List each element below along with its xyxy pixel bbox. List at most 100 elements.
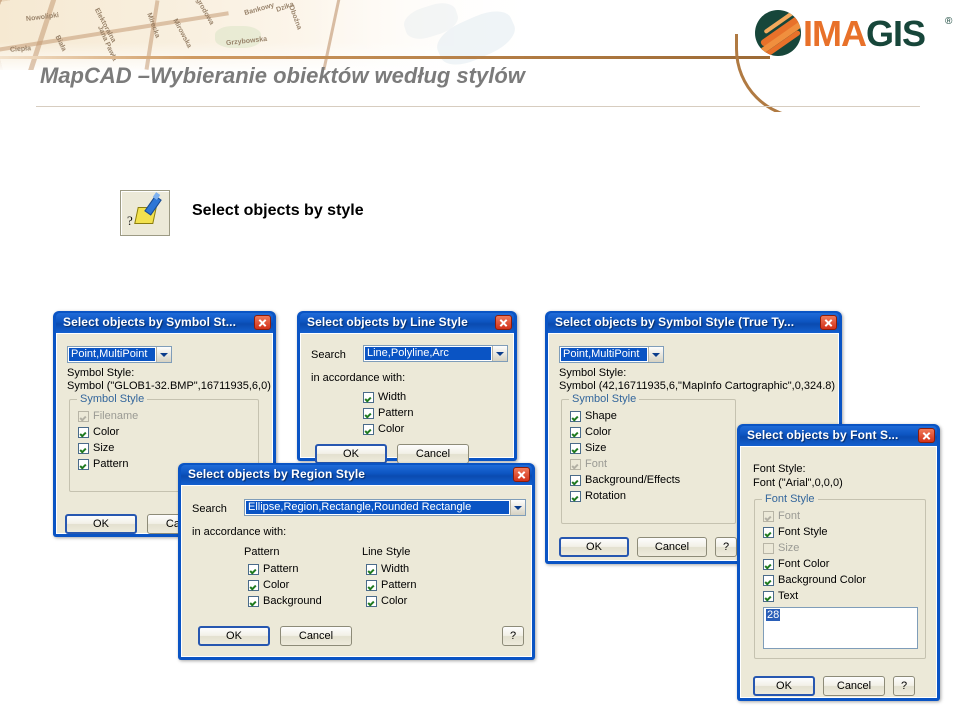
cancel-button[interactable]: Cancel bbox=[397, 444, 469, 464]
titlebar[interactable]: Select objects by Region Style bbox=[181, 465, 532, 485]
tool-label: Select objects by style bbox=[192, 202, 364, 219]
checkbox-pattern-background[interactable]: Background bbox=[248, 595, 322, 607]
checkbox-size[interactable]: Size bbox=[78, 442, 114, 454]
symbol-style-value: Symbol (42,16711935,6,"MapInfo Cartograp… bbox=[559, 380, 836, 392]
checkbox-label: Width bbox=[378, 391, 407, 403]
checkbox-label: Pattern bbox=[381, 579, 417, 591]
cancel-button[interactable]: Cancel bbox=[280, 626, 352, 646]
close-icon[interactable] bbox=[918, 428, 935, 443]
checkbox-color[interactable]: Color bbox=[570, 426, 611, 438]
slide-header: Nowolipki Elektoralna Mirecka Ogrodowa B… bbox=[0, 0, 960, 112]
checkbox-label: Color bbox=[378, 423, 405, 435]
checkbox-box bbox=[248, 579, 259, 591]
help-button[interactable]: ? bbox=[715, 537, 737, 557]
button-label: OK bbox=[93, 518, 109, 530]
cancel-button[interactable]: Cancel bbox=[823, 676, 885, 696]
checkbox-label: Width bbox=[381, 563, 410, 575]
checkbox-label: Font Style bbox=[778, 526, 828, 538]
close-icon[interactable] bbox=[513, 467, 530, 482]
question-mark-glyph: ? bbox=[127, 213, 133, 228]
question-brush-icon[interactable]: ? bbox=[120, 190, 170, 236]
titlebar[interactable]: Select objects by Line Style bbox=[300, 313, 514, 333]
close-icon[interactable] bbox=[495, 315, 512, 330]
ok-button[interactable]: OK bbox=[198, 626, 270, 646]
button-label: Cancel bbox=[415, 448, 451, 460]
search-type-combo[interactable]: Ellipse,Region,Rectangle,Rounded Rectang… bbox=[244, 499, 526, 516]
checkbox-font[interactable]: Font bbox=[763, 510, 800, 522]
checkbox-pattern-color[interactable]: Color bbox=[248, 579, 289, 591]
help-button[interactable]: ? bbox=[893, 676, 915, 696]
chevron-down-icon[interactable] bbox=[492, 346, 507, 361]
help-button[interactable]: ? bbox=[502, 626, 524, 646]
combo-value: Point,MultiPoint bbox=[561, 348, 647, 361]
checkbox-linestyle-pattern[interactable]: Pattern bbox=[366, 579, 416, 591]
font-style-group: Font Style Font Font Style Size Font Col… bbox=[754, 493, 926, 659]
close-icon[interactable] bbox=[254, 315, 271, 330]
checkbox-box bbox=[78, 458, 89, 470]
button-label: OK bbox=[226, 630, 242, 642]
titlebar[interactable]: Select objects by Font S... bbox=[740, 426, 937, 446]
checkbox-color[interactable]: Color bbox=[363, 423, 404, 435]
text-search-input[interactable]: 28 bbox=[763, 607, 918, 649]
checkbox-font-style[interactable]: Font Style bbox=[763, 526, 828, 538]
checkbox-rotation[interactable]: Rotation bbox=[570, 490, 626, 502]
checkbox-font[interactable]: Font bbox=[570, 458, 607, 470]
chevron-down-icon[interactable] bbox=[648, 347, 663, 362]
chevron-down-icon[interactable] bbox=[156, 347, 171, 362]
checkbox-linestyle-width[interactable]: Width bbox=[366, 563, 409, 575]
checkbox-filename[interactable]: Filename bbox=[78, 410, 138, 422]
checkbox-box bbox=[763, 526, 774, 538]
checkbox-width[interactable]: Width bbox=[363, 391, 406, 403]
checkbox-label: Filename bbox=[93, 410, 139, 422]
checkbox-background-effects[interactable]: Background/Effects bbox=[570, 474, 680, 486]
dialog-body: Search Line,Polyline,Arc in accordance w… bbox=[300, 333, 514, 464]
checkbox-text[interactable]: Text bbox=[763, 590, 798, 602]
dialog-title: Select objects by Symbol Style (True Ty.… bbox=[555, 315, 795, 329]
titlebar[interactable]: Select objects by Symbol Style (True Ty.… bbox=[548, 313, 839, 333]
ok-button[interactable]: OK bbox=[559, 537, 629, 557]
object-type-combo[interactable]: Point,MultiPoint bbox=[559, 346, 664, 363]
checkbox-box bbox=[78, 442, 89, 454]
ok-button[interactable]: OK bbox=[315, 444, 387, 464]
map-street-label: Ciepła bbox=[9, 45, 32, 54]
search-type-combo[interactable]: Line,Polyline,Arc bbox=[363, 345, 508, 362]
map-street-label: Nowolipki bbox=[25, 12, 60, 23]
titlebar[interactable]: Select objects by Symbol St... bbox=[56, 313, 273, 333]
dialog-select-by-region-style: Select objects by Region Style Search El… bbox=[178, 463, 535, 660]
checkbox-size[interactable]: Size bbox=[763, 542, 799, 554]
checkbox-label: Pattern bbox=[263, 563, 299, 575]
checkbox-box bbox=[366, 595, 377, 607]
checkbox-label: Shape bbox=[585, 410, 617, 422]
checkbox-shape[interactable]: Shape bbox=[570, 410, 617, 422]
checkbox-label: Text bbox=[778, 590, 799, 602]
button-label: ? bbox=[722, 541, 730, 553]
checkbox-pattern[interactable]: Pattern bbox=[78, 458, 128, 470]
chevron-down-icon[interactable] bbox=[510, 500, 525, 515]
cancel-button[interactable]: Cancel bbox=[637, 537, 707, 557]
object-type-combo[interactable]: Point,MultiPoint bbox=[67, 346, 172, 363]
checkbox-pattern-pattern[interactable]: Pattern bbox=[248, 563, 298, 575]
checkbox-label: Size bbox=[585, 442, 607, 454]
map-background-image: Nowolipki Elektoralna Mirecka Ogrodowa B… bbox=[0, 0, 560, 70]
accordance-label: in accordance with: bbox=[192, 526, 287, 538]
checkbox-background-color[interactable]: Background Color bbox=[763, 574, 866, 586]
checkbox-pattern[interactable]: Pattern bbox=[363, 407, 413, 419]
checkbox-label: Color bbox=[381, 595, 408, 607]
checkbox-linestyle-color[interactable]: Color bbox=[366, 595, 407, 607]
checkbox-box bbox=[363, 407, 374, 419]
dialog-select-by-line-style: Select objects by Line Style Search Line… bbox=[297, 311, 517, 464]
font-style-value: Font ("Arial",0,0,0) bbox=[753, 477, 843, 489]
checkbox-font-color[interactable]: Font Color bbox=[763, 558, 829, 570]
ok-button[interactable]: OK bbox=[753, 676, 815, 696]
combo-value: Ellipse,Region,Rectangle,Rounded Rectang… bbox=[246, 501, 509, 514]
checkbox-size[interactable]: Size bbox=[570, 442, 606, 454]
checkbox-label: Background bbox=[263, 595, 322, 607]
page-title: MapCAD –Wybieranie obiektów według styló… bbox=[40, 63, 525, 88]
checkbox-box bbox=[248, 595, 259, 607]
checkbox-label: Size bbox=[93, 442, 115, 454]
close-icon[interactable] bbox=[820, 315, 837, 330]
checkbox-label: Pattern bbox=[378, 407, 414, 419]
checkbox-box bbox=[763, 510, 774, 522]
checkbox-color[interactable]: Color bbox=[78, 426, 119, 438]
ok-button[interactable]: OK bbox=[65, 514, 137, 534]
